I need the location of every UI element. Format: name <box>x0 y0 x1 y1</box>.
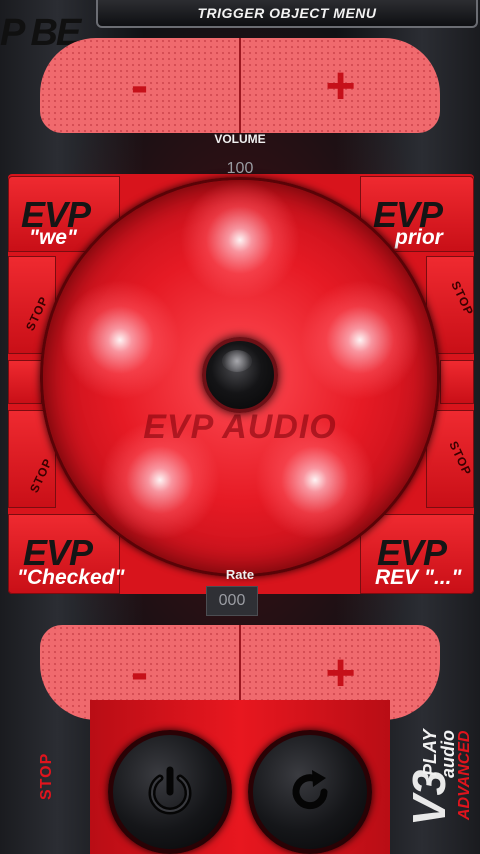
brand-advanced: ADVANCED <box>456 730 473 820</box>
stop-label: STOP <box>27 455 56 495</box>
menu-title: TRIGGER OBJECT MENU <box>197 5 377 21</box>
disc-title: EVP AUDIO <box>143 408 337 446</box>
glow-spot <box>300 280 420 400</box>
minus-icon: - <box>130 56 149 115</box>
evp-tile-bottom-left[interactable]: EVP "Checked" <box>8 514 124 594</box>
evp-caption: "Checked" <box>17 566 125 589</box>
stop-button[interactable]: STOP <box>38 753 56 800</box>
disc-center-button[interactable] <box>202 337 278 413</box>
center-tile-right[interactable] <box>440 360 474 404</box>
stop-label: STOP <box>448 279 477 318</box>
brand-version: V3 <box>403 769 455 826</box>
volume-down-button[interactable]: - <box>40 38 241 133</box>
power-button[interactable] <box>108 730 232 854</box>
rate-value: 000 <box>206 586 258 616</box>
evp-tile-bottom-right[interactable]: EVP REV "..." <box>360 514 474 594</box>
stop-label: STOP <box>446 439 475 478</box>
evp-caption: REV "..." <box>375 566 462 589</box>
power-icon <box>148 766 192 815</box>
replay-button[interactable] <box>248 730 372 854</box>
plus-icon: + <box>325 643 356 702</box>
evp-caption: prior <box>395 226 443 249</box>
minus-icon: - <box>130 643 149 702</box>
center-tile-left[interactable] <box>8 360 42 404</box>
volume-pad: - + <box>40 38 440 133</box>
trigger-object-menu-bar[interactable]: TRIGGER OBJECT MENU <box>96 0 478 28</box>
rate-label: Rate <box>225 567 255 582</box>
replay-icon <box>292 770 328 810</box>
volume-up-button[interactable]: + <box>241 38 440 133</box>
volume-label: VOLUME <box>214 132 266 146</box>
evp-caption: "we" <box>29 226 77 249</box>
glow-spot <box>180 180 300 300</box>
volume-value: 100 <box>226 160 254 177</box>
plus-icon: + <box>325 56 356 115</box>
v3-play-audio-advanced-logo: V3 PLAY audio ADVANCED <box>400 700 478 830</box>
hub-highlight <box>222 350 252 372</box>
glow-spot <box>60 280 180 400</box>
